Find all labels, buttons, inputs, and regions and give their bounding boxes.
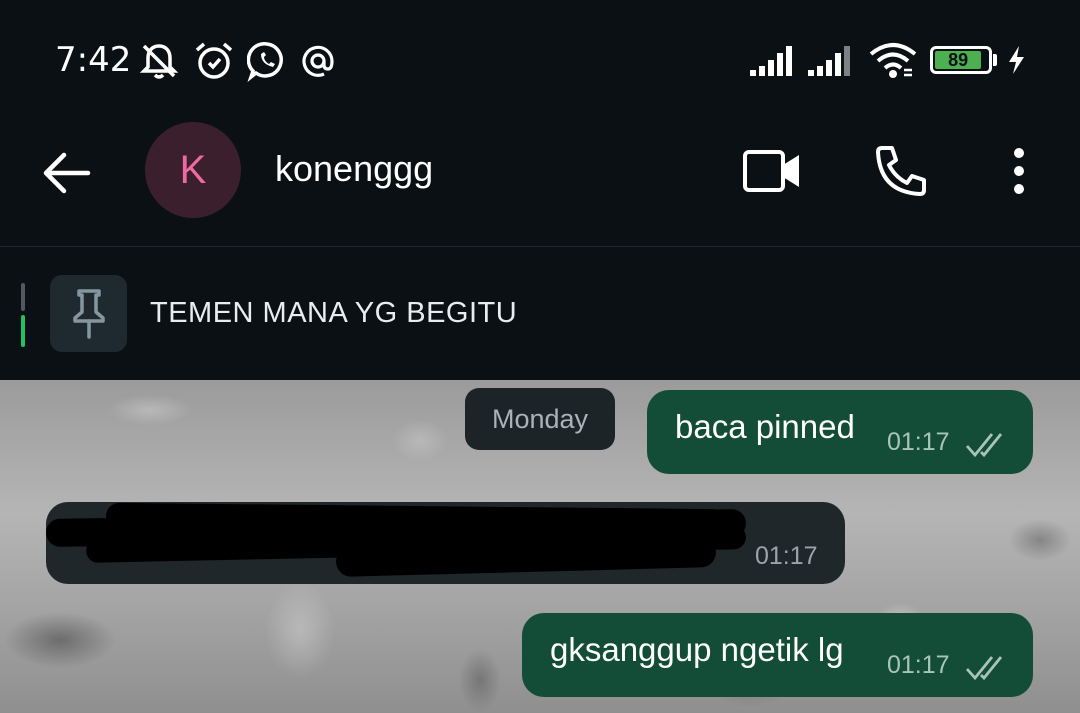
pin-icon xyxy=(73,289,105,339)
message-text: gksanggup ngetik lg xyxy=(550,631,844,668)
message-time: 01:17 xyxy=(887,651,950,679)
pin-indicator xyxy=(21,283,25,311)
chat-area[interactable]: Monday baca pinned 01:17 01:17 gksanggup… xyxy=(0,380,1080,713)
phone-icon[interactable] xyxy=(874,144,930,198)
more-vert-icon[interactable] xyxy=(1008,146,1030,196)
at-icon xyxy=(302,45,334,77)
battery-icon: 89 xyxy=(930,46,992,74)
wifi-icon xyxy=(869,43,917,78)
muted-bell-icon xyxy=(139,44,179,79)
message-time: 01:17 xyxy=(755,542,818,570)
read-receipt-icon xyxy=(965,433,1003,458)
pin-indicator-active xyxy=(21,315,25,347)
pin-icon-box xyxy=(50,275,127,352)
alarm-icon xyxy=(195,42,233,79)
signal-icon xyxy=(750,46,792,76)
avatar[interactable]: K xyxy=(145,122,241,218)
chat-header: K konenggg xyxy=(0,120,1080,246)
message-bubble-outgoing[interactable]: baca pinned 01:17 xyxy=(647,390,1033,474)
date-separator: Monday xyxy=(465,388,615,450)
pinned-message-bar[interactable]: TEMEN MANA YG BEGITU xyxy=(0,246,1080,381)
video-call-icon[interactable] xyxy=(742,148,802,194)
status-bar: 7:42 89 xyxy=(0,0,1080,120)
avatar-initial: K xyxy=(179,147,207,192)
contact-name[interactable]: konenggg xyxy=(275,148,433,190)
battery-level: 89 xyxy=(948,49,969,70)
status-time: 7:42 xyxy=(55,40,132,80)
charging-icon xyxy=(1009,46,1024,74)
message-time: 01:17 xyxy=(887,428,950,456)
message-bubble-outgoing[interactable]: gksanggup ngetik lg 01:17 xyxy=(522,613,1033,697)
message-text: baca pinned xyxy=(675,408,855,445)
message-bubble-incoming[interactable]: 01:17 xyxy=(45,502,845,584)
whatsapp-icon xyxy=(247,42,283,82)
date-separator-label: Monday xyxy=(491,403,589,434)
back-arrow-icon[interactable] xyxy=(40,150,92,196)
signal-icon xyxy=(808,46,850,76)
battery-cap xyxy=(993,54,997,66)
pinned-message-text: TEMEN MANA YG BEGITU xyxy=(150,297,518,329)
read-receipt-icon xyxy=(965,656,1003,681)
